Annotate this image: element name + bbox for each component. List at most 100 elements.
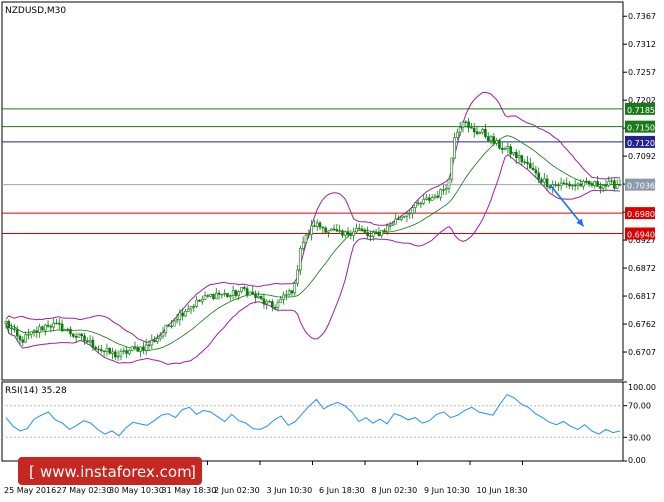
time-tick-label: 6 Jun 18:30 [319, 486, 365, 495]
candle-body [587, 180, 591, 185]
candle-body [94, 346, 98, 350]
candle-body [548, 186, 552, 188]
candle-body [332, 228, 336, 231]
candle-body [402, 215, 406, 218]
candle-body [408, 212, 412, 215]
price-tick-label: 0.7367 [628, 12, 656, 21]
candle-body [596, 181, 599, 187]
candle-body [360, 228, 364, 231]
rsi-title: RSI(14) 35.28 [5, 386, 67, 396]
candle-body [226, 293, 229, 298]
candle-body [514, 151, 518, 159]
candle-body [369, 235, 372, 237]
rsi-frame [1, 381, 624, 462]
candle-body [615, 184, 619, 189]
candle-body [181, 312, 184, 317]
chart-canvas[interactable]: 0.73670.73120.72570.72020.71470.70920.70… [0, 0, 664, 498]
candle-body [192, 306, 196, 308]
candle-body [200, 299, 204, 302]
candle-body [128, 350, 131, 354]
candle-body [15, 329, 19, 337]
candle-body [282, 294, 285, 300]
candle-body [13, 328, 16, 331]
candle-body [139, 346, 142, 352]
candle-body [414, 202, 417, 208]
candle-body [486, 136, 490, 142]
price-tick-label: 0.6872 [628, 264, 656, 273]
current-price-label: 0.7036 [625, 178, 655, 191]
candle-body [18, 335, 22, 341]
candle-body [425, 197, 428, 200]
candle-body [571, 184, 574, 187]
candle-body [383, 230, 386, 233]
candle-body [492, 136, 496, 144]
candle-body [41, 326, 44, 331]
candle [130, 346, 134, 352]
candle-body [189, 306, 193, 310]
candle-body [290, 290, 294, 294]
candle-body [610, 180, 613, 182]
candle-body [464, 121, 468, 124]
candle-body [287, 290, 291, 295]
candle-body [363, 230, 367, 233]
price-tick-label: 0.6707 [628, 348, 656, 357]
candle-body [212, 294, 215, 299]
candle-body [593, 181, 597, 186]
candle-body [579, 183, 583, 187]
candle-body [161, 332, 165, 337]
candle-body [380, 230, 383, 236]
candle-body [186, 308, 190, 312]
level-label-0: 0.7185 [625, 102, 655, 115]
candle-body [528, 163, 532, 169]
candle-body [172, 320, 176, 327]
candle-body [32, 330, 36, 333]
candle-body [66, 328, 69, 331]
time-tick-label: 8 Jun 02:30 [372, 486, 418, 495]
candle-body [114, 351, 117, 358]
candle-body [237, 291, 241, 296]
candle-body [147, 344, 151, 346]
candle-body [24, 334, 27, 343]
level-label-4: 0.6940 [625, 227, 655, 240]
candle-body [450, 157, 454, 180]
time-tick-label: 30 May 10:30 [109, 486, 164, 495]
candle-body [604, 185, 608, 187]
candle-body [557, 184, 560, 187]
candle-body [374, 232, 378, 234]
time-tick-label: 3 Jun 10:30 [267, 486, 313, 495]
candle-body [49, 325, 53, 328]
candle-body [46, 324, 50, 327]
current-price-text: 0.7036 [627, 182, 655, 191]
candle-body [481, 128, 484, 133]
candle-body [458, 126, 462, 133]
candle-body [419, 203, 423, 205]
level-label-1: 0.7150 [625, 120, 655, 133]
candle-body [251, 291, 255, 295]
time-tick-label: 10 Jun 18:30 [477, 486, 528, 495]
candle-body [71, 333, 75, 337]
candle-body [321, 226, 325, 229]
candle-body [329, 228, 333, 232]
level-label-text: 0.7120 [627, 139, 655, 148]
candle-body [10, 327, 13, 330]
candle-body [394, 218, 398, 225]
candle-body [108, 348, 112, 354]
candle-body [35, 330, 39, 333]
candle-body [453, 137, 456, 159]
instaforex-watermark: [ www.instaforex.com ] [18, 457, 202, 485]
candle-body [293, 283, 297, 294]
candle-body [439, 189, 442, 198]
candle-body [164, 324, 168, 333]
candle-body [223, 293, 226, 295]
candle-body [472, 127, 476, 133]
candle-body [234, 290, 238, 296]
candle-body [248, 291, 252, 296]
candle-body [411, 207, 414, 214]
candle [498, 138, 501, 150]
candle-body [136, 346, 140, 352]
candle-body [69, 328, 72, 335]
time-tick-label: 9 Jun 10:30 [424, 486, 470, 495]
candle-body [156, 338, 159, 343]
candle-body [428, 197, 431, 201]
candle-body [526, 161, 529, 164]
